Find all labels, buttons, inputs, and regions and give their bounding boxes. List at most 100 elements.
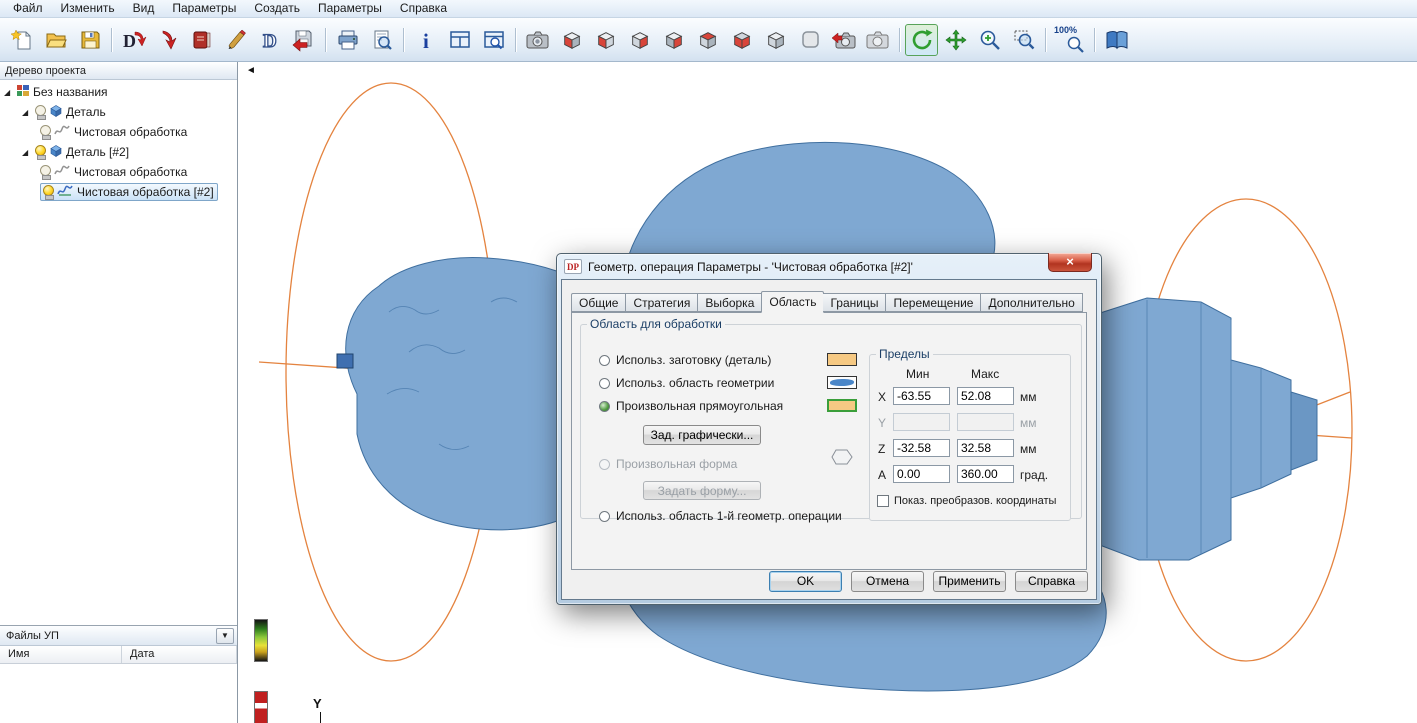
pan-icon[interactable] <box>939 24 972 56</box>
menu-create[interactable]: Создать <box>245 0 309 17</box>
tree-item-part[interactable]: Деталь <box>0 102 237 122</box>
define-shape-button: Задать форму... <box>643 481 761 500</box>
menu-view[interactable]: Вид <box>124 0 164 17</box>
menu-file[interactable]: Файл <box>4 0 52 17</box>
option-custom-rectangle[interactable]: Произвольная прямоугольная <box>599 399 783 413</box>
view-right-icon[interactable] <box>623 24 656 56</box>
chevron-down-icon[interactable] <box>216 627 234 644</box>
radio-icon[interactable] <box>599 510 610 522</box>
expander-icon[interactable] <box>4 88 14 97</box>
info-icon[interactable]: i <box>409 24 442 56</box>
zoom-in-icon[interactable] <box>973 24 1006 56</box>
tree-item-part-2[interactable]: Деталь [#2] <box>0 142 237 162</box>
menu-edit[interactable]: Изменить <box>52 0 124 17</box>
column-header-date[interactable]: Дата <box>122 646 237 663</box>
area-groupbox-title: Область для обработки <box>590 317 722 331</box>
ok-button[interactable]: OK <box>769 571 842 592</box>
expander-icon[interactable] <box>22 108 32 117</box>
print-icon[interactable] <box>331 24 364 56</box>
view-bottom-icon[interactable] <box>725 24 758 56</box>
close-icon[interactable] <box>1048 253 1092 272</box>
radio-checked-icon[interactable] <box>599 400 610 412</box>
expander-icon[interactable] <box>22 148 32 157</box>
limit-z-max-input[interactable] <box>957 439 1014 457</box>
view-perspective-icon[interactable] <box>793 24 826 56</box>
option-label: Произвольная форма <box>616 457 738 471</box>
visibility-bulb-off-icon[interactable] <box>35 105 46 120</box>
rectangle-area-swatch-icon <box>827 399 857 412</box>
limit-z-min-input[interactable] <box>893 439 950 457</box>
new-project-icon[interactable] <box>5 24 38 56</box>
export-toolpath-icon[interactable] <box>287 24 320 56</box>
print-preview-icon[interactable] <box>365 24 398 56</box>
zoom-window-icon[interactable] <box>1007 24 1040 56</box>
tab-general[interactable]: Общие <box>571 293 627 312</box>
option-use-geometry-area[interactable]: Использ. область геометрии <box>599 376 774 390</box>
limit-a-min-input[interactable] <box>893 465 950 483</box>
radio-icon[interactable] <box>599 354 610 366</box>
visibility-bulb-on-icon[interactable] <box>43 185 54 200</box>
tab-borders[interactable]: Границы <box>823 293 887 312</box>
view-iso-icon[interactable] <box>759 24 792 56</box>
import-drawing-icon[interactable]: D <box>117 24 150 56</box>
view-back-icon[interactable] <box>657 24 690 56</box>
open-icon[interactable] <box>39 24 72 56</box>
show-transformed-checkbox[interactable] <box>877 495 889 507</box>
limit-y-max-input <box>957 413 1014 431</box>
limit-a-max-input[interactable] <box>957 465 1014 483</box>
limit-x-max-input[interactable] <box>957 387 1014 405</box>
help-button[interactable]: Справка <box>1015 571 1088 592</box>
axis-y-line <box>320 712 321 723</box>
view-left-icon[interactable] <box>555 24 588 56</box>
tab-area[interactable]: Область <box>761 291 825 313</box>
calculate-icon[interactable] <box>219 24 252 56</box>
deskproto-logo-icon: DP <box>564 259 582 274</box>
menu-help[interactable]: Справка <box>391 0 456 17</box>
tree-item-operation[interactable]: Чистовая обработка <box>0 122 237 142</box>
restore-view-icon[interactable] <box>827 24 860 56</box>
tab-movement[interactable]: Перемещение <box>886 293 982 312</box>
help-icon[interactable] <box>1100 24 1133 56</box>
nc-files-title: Файлы УП <box>6 629 59 642</box>
library-icon[interactable] <box>185 24 218 56</box>
save-icon[interactable] <box>73 24 106 56</box>
view-window-icon[interactable] <box>477 24 510 56</box>
visibility-bulb-off-icon[interactable] <box>40 165 51 180</box>
view-top-icon[interactable] <box>691 24 724 56</box>
tree-item-project[interactable]: Без названия <box>0 82 237 102</box>
saved-view-icon[interactable] <box>861 24 894 56</box>
nc-files-list[interactable] <box>0 664 237 723</box>
project-tree: Без названия Деталь Чистовая обработка Д… <box>0 80 237 625</box>
limit-x-min-input[interactable] <box>893 387 950 405</box>
split-window-icon[interactable] <box>443 24 476 56</box>
import-file-icon[interactable] <box>151 24 184 56</box>
menu-parameters[interactable]: Параметры <box>163 0 245 17</box>
dialog-titlebar[interactable]: DP Геометр. операция Параметры - 'Чистов… <box>561 254 1097 279</box>
option-use-stock[interactable]: Использ. заготовку (деталь) <box>599 353 771 367</box>
tree-item-operation[interactable]: Чистовая обработка <box>0 162 237 182</box>
apply-button[interactable]: Применить <box>933 571 1006 592</box>
axis-label: Z <box>878 442 886 456</box>
visibility-bulb-off-icon[interactable] <box>40 125 51 140</box>
zoom-100-label: 100% <box>1054 24 1078 35</box>
radio-icon[interactable] <box>599 377 610 389</box>
tree-item-label: Деталь <box>66 105 106 119</box>
limit-row-a: A град. <box>870 465 1070 483</box>
collapse-panel-icon[interactable] <box>246 65 256 76</box>
column-header-name[interactable]: Имя <box>0 646 122 663</box>
tab-advanced[interactable]: Дополнительно <box>981 293 1083 312</box>
view-front-icon[interactable] <box>589 24 622 56</box>
drawing-icon[interactable]: D <box>253 24 286 56</box>
define-graphically-button[interactable]: Зад. графически... <box>643 425 761 445</box>
viewport-3d[interactable]: Y DP Геометр. операция Параметры - 'Чист… <box>239 62 1417 723</box>
zoom-100-icon[interactable]: 100% <box>1051 24 1089 56</box>
visibility-bulb-on-icon[interactable] <box>35 145 46 160</box>
tree-item-operation-2-selected[interactable]: Чистовая обработка [#2] <box>0 182 237 202</box>
cancel-button[interactable]: Отмена <box>851 571 924 592</box>
tab-strategy[interactable]: Стратегия <box>626 293 699 312</box>
tab-roughing[interactable]: Выборка <box>698 293 763 312</box>
menu-parameters-2[interactable]: Параметры <box>309 0 391 17</box>
option-use-first-operation-area[interactable]: Использ. область 1-й геометр. операции <box>599 509 842 523</box>
rotate-icon[interactable] <box>905 23 938 56</box>
snapshot-icon[interactable] <box>521 24 554 56</box>
